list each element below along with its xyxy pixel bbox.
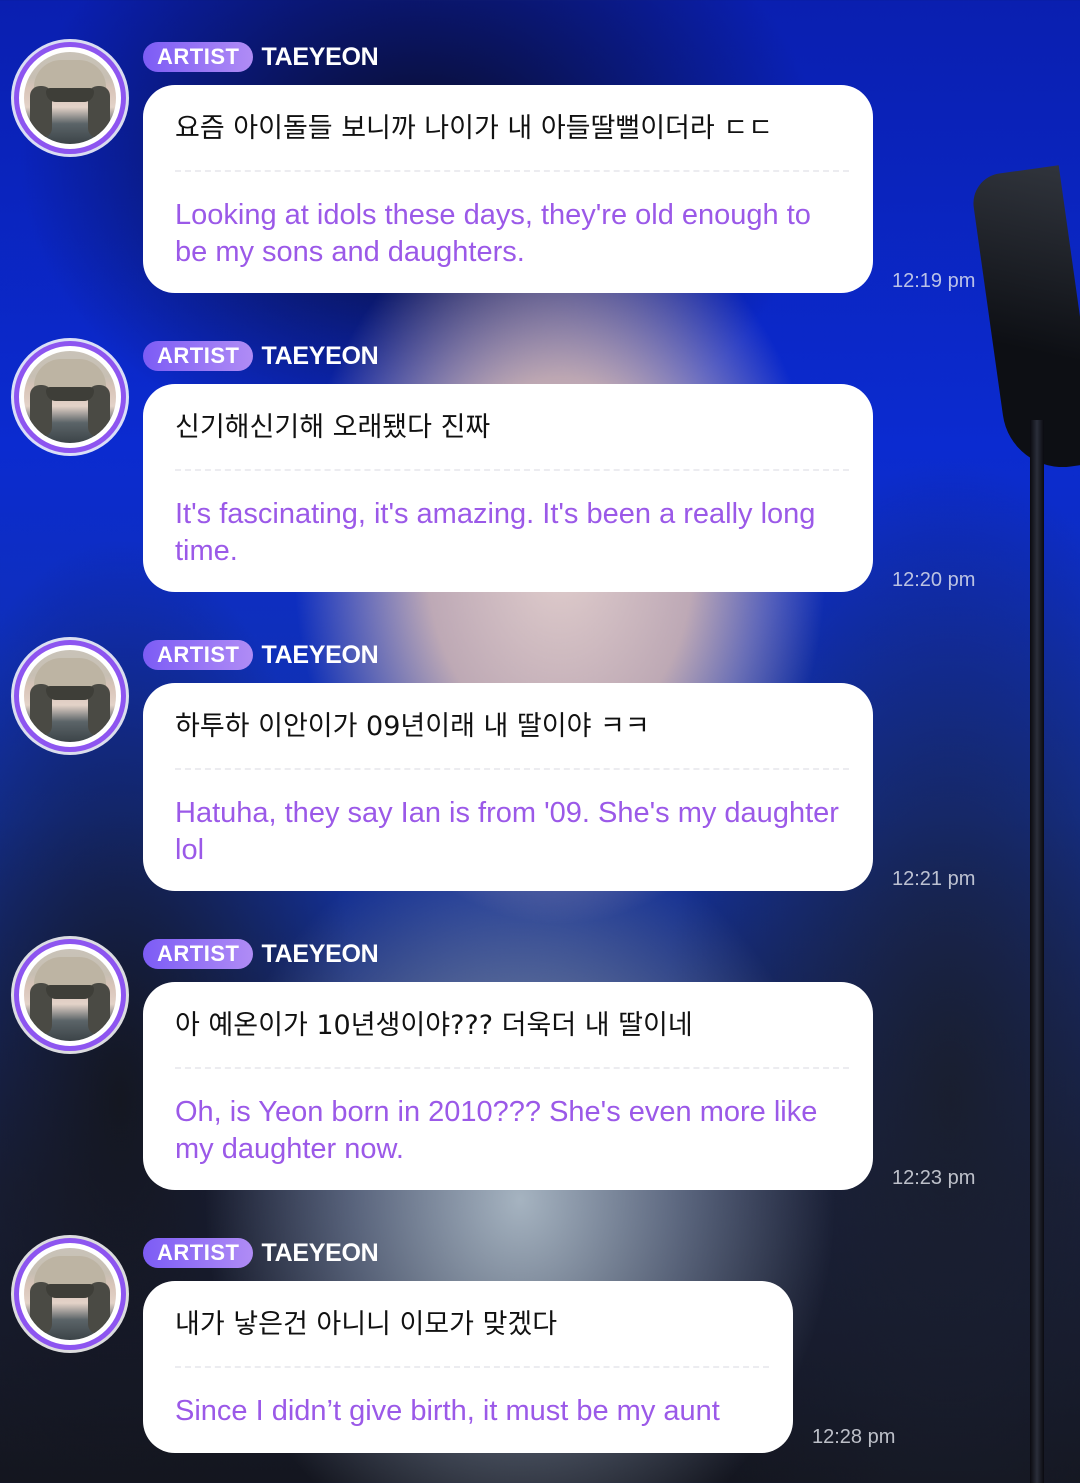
artist-badge: ARTIST [143, 1238, 254, 1268]
timestamp: 12:21 pm [892, 868, 976, 890]
translated-text: Since I didn’t give birth, it must be my… [175, 1395, 720, 1427]
message-bubble[interactable]: 하투하 이안이가 09년이래 내 딸이야 ㅋㅋ Hatuha, they say… [143, 683, 873, 891]
divider [175, 1366, 769, 1368]
avatar[interactable] [14, 640, 126, 752]
message-bubble[interactable]: 아 예온이가 10년생이야??? 더욱더 내 딸이네 Oh, is Yeon b… [143, 982, 873, 1190]
message-header: ARTIST TAEYEON [143, 42, 379, 72]
message-bubble[interactable]: 요즘 아이돌들 보니까 나이가 내 아들딸뻘이더라 ㄷㄷ Looking at … [143, 85, 873, 293]
avatar[interactable] [14, 1238, 126, 1350]
message-bubble[interactable]: 신기해신기해 오래됐다 진짜 It's fascinating, it's am… [143, 384, 873, 592]
translated-text: Looking at idols these days, they're old… [175, 199, 811, 268]
profile-photo-icon [24, 52, 116, 144]
avatar[interactable] [14, 42, 126, 154]
artist-badge: ARTIST [143, 939, 254, 969]
message-header: ARTIST TAEYEON [143, 939, 379, 969]
translated-text: Hatuha, they say Ian is from '09. She's … [175, 797, 839, 866]
translated-text: Oh, is Yeon born in 2010??? She's even m… [175, 1096, 818, 1165]
chat-feed[interactable]: ARTIST TAEYEON 요즘 아이돌들 보니까 나이가 내 아들딸뻘이더라… [0, 0, 1080, 1483]
author-name[interactable]: TAEYEON [261, 641, 378, 670]
divider [175, 768, 849, 770]
timestamp: 12:19 pm [892, 270, 976, 292]
divider [175, 170, 849, 172]
divider [175, 469, 849, 471]
original-text: 하투하 이안이가 09년이래 내 딸이야 ㅋㅋ [175, 711, 650, 742]
timestamp: 12:20 pm [892, 569, 976, 591]
avatar[interactable] [14, 939, 126, 1051]
original-text: 아 예온이가 10년생이야??? 더욱더 내 딸이네 [175, 1010, 693, 1041]
author-name[interactable]: TAEYEON [261, 940, 378, 969]
timestamp: 12:23 pm [892, 1167, 976, 1189]
message-header: ARTIST TAEYEON [143, 640, 379, 670]
author-name[interactable]: TAEYEON [261, 43, 378, 72]
artist-badge: ARTIST [143, 42, 254, 72]
message-header: ARTIST TAEYEON [143, 341, 379, 371]
artist-badge: ARTIST [143, 640, 254, 670]
profile-photo-icon [24, 351, 116, 443]
original-text: 내가 낳은건 아니니 이모가 맞겠다 [175, 1309, 558, 1340]
profile-photo-icon [24, 650, 116, 742]
translated-text: It's fascinating, it's amazing. It's bee… [175, 498, 816, 567]
original-text: 요즘 아이돌들 보니까 나이가 내 아들딸뻘이더라 ㄷㄷ [175, 113, 773, 144]
artist-badge: ARTIST [143, 341, 254, 371]
profile-photo-icon [24, 949, 116, 1041]
profile-photo-icon [24, 1248, 116, 1340]
author-name[interactable]: TAEYEON [261, 342, 378, 371]
message-header: ARTIST TAEYEON [143, 1238, 379, 1268]
divider [175, 1067, 849, 1069]
message-bubble[interactable]: 내가 낳은건 아니니 이모가 맞겠다 Since I didn’t give b… [143, 1281, 793, 1453]
original-text: 신기해신기해 오래됐다 진짜 [175, 412, 491, 443]
avatar[interactable] [14, 341, 126, 453]
timestamp: 12:28 pm [812, 1426, 896, 1448]
author-name[interactable]: TAEYEON [261, 1239, 378, 1268]
